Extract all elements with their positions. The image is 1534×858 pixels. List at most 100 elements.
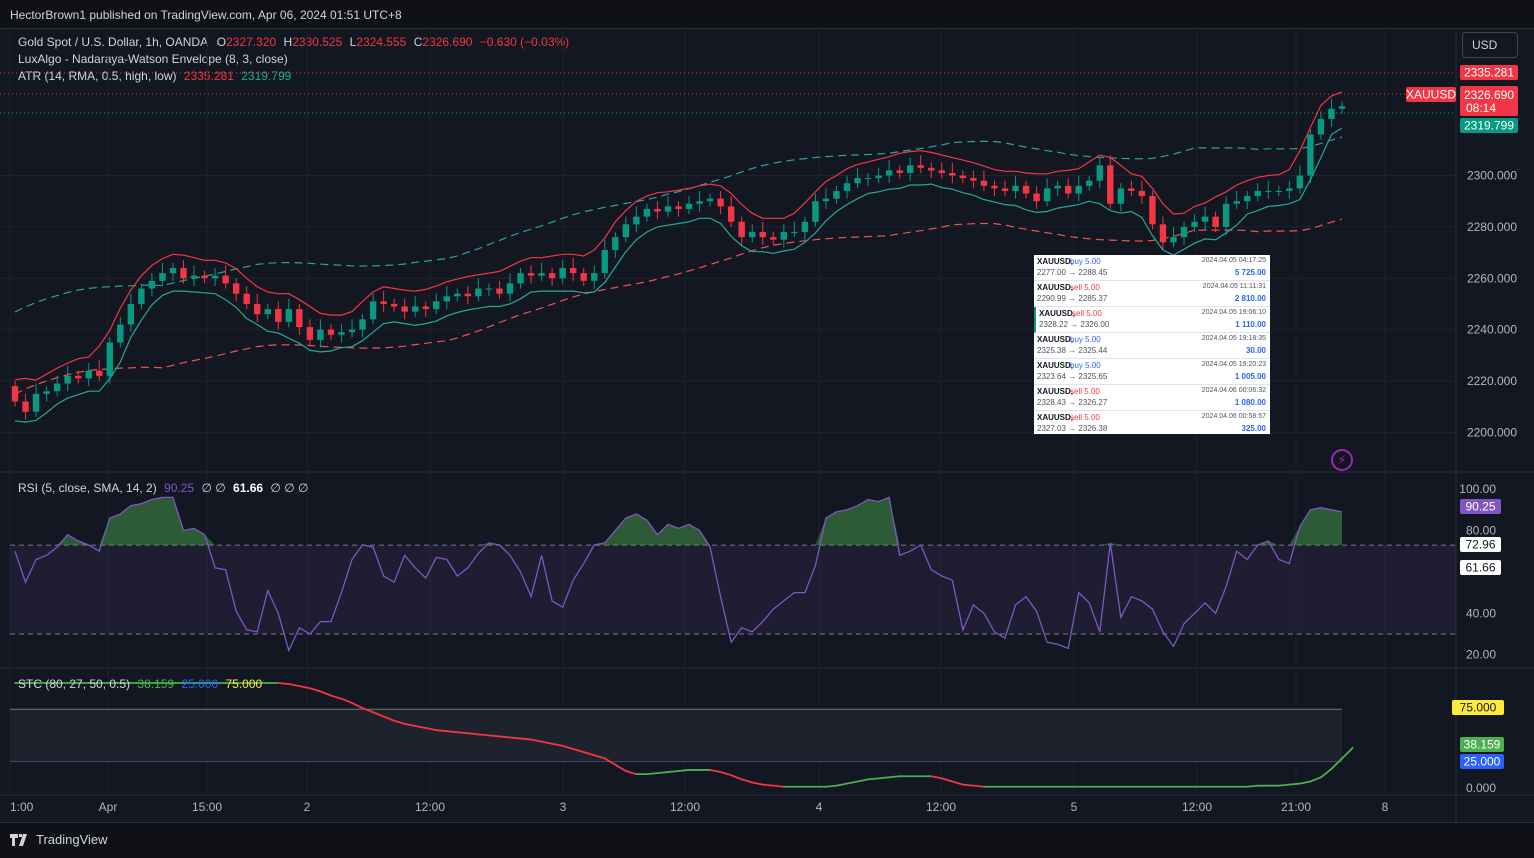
candle-body xyxy=(1180,226,1188,238)
stc-line-segment xyxy=(677,769,690,772)
rsi-ma-label: 61.66 xyxy=(1465,561,1495,575)
stc-tick-label: 0.000 xyxy=(1466,781,1496,795)
time-tick-label: 1:00 xyxy=(10,800,34,814)
candle-body xyxy=(138,288,145,304)
stc-line-segment xyxy=(772,784,785,788)
lightning-icon[interactable]: ⚡ xyxy=(1331,449,1353,471)
stc-line-segment xyxy=(646,772,659,776)
trade-row[interactable]: XAUUSD, sell 5.00 2024.04.05 11:11:31 2290.… xyxy=(1034,281,1270,307)
trade-row[interactable]: XAUUSD, sell 5.00 2024.04.05 19:06:10 2328.… xyxy=(1034,307,1270,333)
candle-body xyxy=(791,232,798,234)
price-tick-label: 2220.000 xyxy=(1467,374,1517,388)
candle-body xyxy=(970,178,977,181)
candle-body xyxy=(980,180,988,186)
candle-body xyxy=(433,301,440,310)
candle-body xyxy=(254,303,261,315)
tradingview-logo-icon xyxy=(10,833,27,846)
candle-body xyxy=(127,303,135,325)
stc-line-segment xyxy=(340,697,353,704)
candle-body xyxy=(591,273,598,281)
candle-body xyxy=(422,306,429,310)
stc-line-segment xyxy=(877,776,891,780)
candle-body xyxy=(327,329,335,335)
candle-body xyxy=(527,273,535,276)
candle-body xyxy=(96,370,103,376)
atr-upper-price-label: 2335.281 xyxy=(1464,66,1514,80)
candle-body xyxy=(232,283,240,294)
candle-body xyxy=(53,383,61,392)
candle-body xyxy=(706,198,714,202)
candle-body xyxy=(1265,190,1272,192)
stc-line-segment xyxy=(277,682,290,685)
stc-line-segment xyxy=(888,775,901,779)
candle-body xyxy=(464,293,472,297)
trade-row[interactable]: XAUUSD, buy 5.00 2024.04.05 19:20:23 2323.6… xyxy=(1034,359,1270,385)
stc-line-segment xyxy=(951,780,964,786)
candle-body xyxy=(285,309,293,322)
candle-body xyxy=(538,273,545,276)
rsi-tick-label: 80.00 xyxy=(1466,524,1496,538)
trade-row[interactable]: XAUUSD, sell 5.00 2024.04.06 00:06:32 2328.… xyxy=(1034,385,1270,411)
candle-body xyxy=(390,303,398,307)
candle-body xyxy=(106,342,113,376)
trade-row[interactable]: XAUUSD, buy 5.00 2024.04.05 19:18:35 2325.3… xyxy=(1034,333,1270,359)
price-tick-label: 2280.000 xyxy=(1467,220,1517,234)
stc-line-segment xyxy=(961,783,975,787)
candle-body xyxy=(1328,108,1335,120)
time-tick-label: 3 xyxy=(560,800,567,814)
time-tick-label: Apr xyxy=(99,800,118,814)
candle-body xyxy=(1086,180,1093,186)
candle-body xyxy=(1201,216,1209,222)
time-tick-label: 12:00 xyxy=(1182,800,1212,814)
candle-body xyxy=(32,393,40,412)
price-tick-label: 2300.000 xyxy=(1467,169,1517,183)
candle-body xyxy=(1233,201,1240,204)
candle-body xyxy=(496,288,503,294)
candle-body xyxy=(1064,185,1072,194)
candle-body xyxy=(412,306,419,312)
time-tick-label: 5 xyxy=(1071,800,1078,814)
time-tick-label: 8 xyxy=(1382,800,1389,814)
chart-svg[interactable]: 2200.000 2220.000 2240.000 2260.000 2280.000… xyxy=(0,0,1534,857)
candle-body xyxy=(622,224,630,238)
candle-body xyxy=(917,165,924,168)
stc-line-segment xyxy=(488,734,501,738)
candle-body xyxy=(475,288,482,297)
tradingview-logo: TradingView xyxy=(10,832,108,847)
stc-line-segment xyxy=(1298,780,1312,785)
candle-body xyxy=(348,329,356,333)
candle-body xyxy=(749,232,756,238)
candle-body xyxy=(770,237,777,240)
candle-body xyxy=(664,206,672,212)
time-tick-label: 12:00 xyxy=(926,800,956,814)
candle-body xyxy=(580,273,587,281)
candle-body xyxy=(380,301,387,304)
candle-body xyxy=(801,221,809,233)
candle-body xyxy=(1159,224,1167,243)
candle-body xyxy=(1222,203,1230,227)
candle-body xyxy=(548,273,556,279)
atr-lower-price-label: 2319.799 xyxy=(1464,119,1514,133)
time-tick-label: 15:00 xyxy=(192,800,222,814)
candle-body xyxy=(222,275,229,284)
stc-line-segment xyxy=(940,777,954,783)
candle-body xyxy=(654,208,661,212)
stc-line-segment xyxy=(445,730,459,734)
candle-body xyxy=(643,208,651,217)
trade-history-panel: XAUUSD, buy 5.00 2024.04.05 04:17:25 2277.0… xyxy=(1034,255,1270,434)
time-tick-label: 21:00 xyxy=(1281,800,1311,814)
candle-body xyxy=(264,309,271,315)
candle-body xyxy=(843,183,851,191)
candle-body xyxy=(928,167,935,171)
stc-line-segment xyxy=(298,685,311,690)
trade-row[interactable]: XAUUSD, buy 5.00 2024.04.05 04:17:25 2277.0… xyxy=(1034,255,1270,281)
candle-body xyxy=(1054,185,1061,189)
stc-line-segment xyxy=(1341,747,1354,760)
candle-body xyxy=(633,216,640,225)
candle-body xyxy=(1138,190,1146,197)
candle-body xyxy=(696,201,703,204)
trade-row[interactable]: XAUUSD, sell 5.00 2024.04.06 00:58:57 2327.… xyxy=(1034,411,1270,437)
candle-body xyxy=(812,201,819,222)
stc-line-segment xyxy=(624,770,638,776)
candle-body xyxy=(317,329,324,340)
